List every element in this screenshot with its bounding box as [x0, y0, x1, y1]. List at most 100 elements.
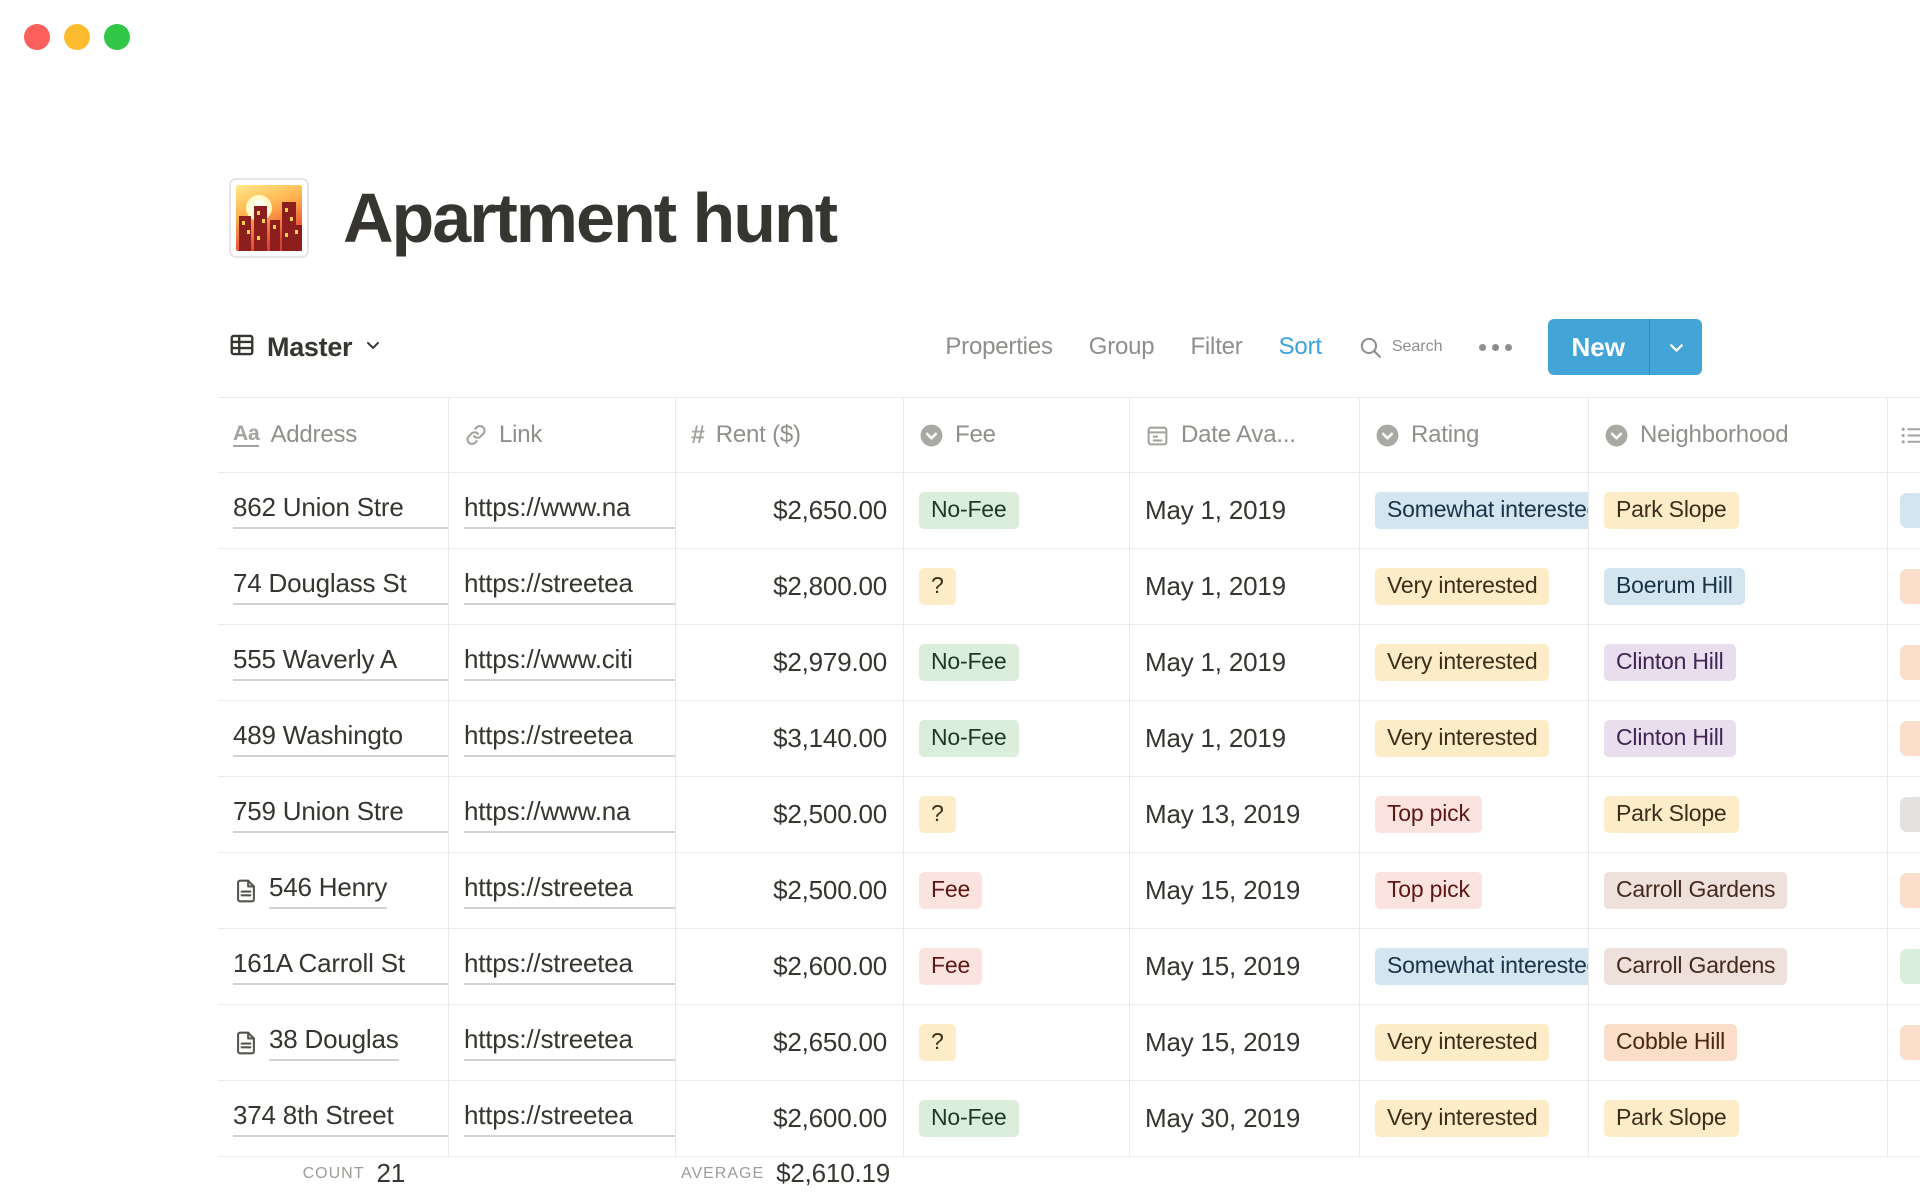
rent-cell[interactable]: $2,500.00	[676, 777, 904, 852]
average-calculation[interactable]: AVERAGE $2,610.19	[676, 1147, 904, 1200]
link-cell[interactable]: https://streetea	[449, 1081, 676, 1156]
rating-cell[interactable]: Very interested	[1360, 549, 1589, 624]
link-cell[interactable]: https://streetea	[449, 549, 676, 624]
rent-cell[interactable]: $2,600.00	[676, 1081, 904, 1156]
table-row[interactable]: 555 Waverly Ahttps://www.citi$2,979.00No…	[218, 625, 1920, 701]
toolbar-item-properties[interactable]: Properties	[945, 333, 1052, 361]
address-cell[interactable]: 38 Douglas	[218, 1005, 449, 1080]
new-button[interactable]: New	[1548, 319, 1702, 375]
hidden-column-cell[interactable]	[1888, 625, 1920, 700]
rating-cell[interactable]: Top pick	[1360, 777, 1589, 852]
date-available-cell[interactable]: May 30, 2019	[1130, 1081, 1360, 1156]
address-cell[interactable]: 555 Waverly A	[218, 625, 449, 700]
rating-cell[interactable]: Very interested	[1360, 1081, 1589, 1156]
table-row[interactable]: 374 8th Streethttps://streetea$2,600.00N…	[218, 1081, 1920, 1157]
date-available-cell[interactable]: May 15, 2019	[1130, 929, 1360, 1004]
neighborhood-cell[interactable]: Carroll Gardens	[1589, 853, 1888, 928]
fee-cell[interactable]: No-Fee	[904, 473, 1130, 548]
address-cell[interactable]: 759 Union Stre	[218, 777, 449, 852]
table-row[interactable]: 489 Washingtohttps://streetea$3,140.00No…	[218, 701, 1920, 777]
link-cell[interactable]: https://streetea	[449, 853, 676, 928]
rating-cell[interactable]: Very interested	[1360, 701, 1589, 776]
table-row[interactable]: 546 Henryhttps://streetea$2,500.00FeeMay…	[218, 853, 1920, 929]
address-cell[interactable]: 862 Union Stre	[218, 473, 449, 548]
date-available-cell[interactable]: May 1, 2019	[1130, 701, 1360, 776]
view-switcher[interactable]: Master	[228, 331, 383, 364]
hidden-column-cell[interactable]	[1888, 549, 1920, 624]
link-cell[interactable]: https://www.na	[449, 777, 676, 852]
date-available-cell[interactable]: May 1, 2019	[1130, 549, 1360, 624]
fee-cell[interactable]: No-Fee	[904, 701, 1130, 776]
address-cell[interactable]: 546 Henry	[218, 853, 449, 928]
neighborhood-cell[interactable]: Park Slope	[1589, 473, 1888, 548]
new-button-dropdown[interactable]	[1649, 319, 1702, 375]
table-row[interactable]: 862 Union Strehttps://www.na$2,650.00No-…	[218, 473, 1920, 549]
table-row[interactable]: 38 Douglashttps://streetea$2,650.00?May …	[218, 1005, 1920, 1081]
rating-cell[interactable]: Very interested	[1360, 625, 1589, 700]
new-button-label[interactable]: New	[1548, 319, 1649, 375]
hidden-column-cell[interactable]	[1888, 1081, 1920, 1156]
rent-cell[interactable]: $2,500.00	[676, 853, 904, 928]
neighborhood-cell[interactable]: Park Slope	[1589, 777, 1888, 852]
neighborhood-cell[interactable]: Clinton Hill	[1589, 625, 1888, 700]
rent-cell[interactable]: $2,650.00	[676, 473, 904, 548]
zoom-button[interactable]	[104, 24, 130, 50]
count-calculation[interactable]: COUNT 21	[218, 1147, 449, 1200]
hidden-column-cell[interactable]	[1888, 929, 1920, 1004]
neighborhood-cell[interactable]: Cobble Hill	[1589, 1005, 1888, 1080]
rating-cell[interactable]: Very interested	[1360, 1005, 1589, 1080]
link-cell[interactable]: https://streetea	[449, 929, 676, 1004]
neighborhood-cell[interactable]: Boerum Hill	[1589, 549, 1888, 624]
address-cell[interactable]: 489 Washingto	[218, 701, 449, 776]
rent-cell[interactable]: $2,979.00	[676, 625, 904, 700]
more-options-icon[interactable]	[1479, 344, 1512, 351]
rent-cell[interactable]: $2,600.00	[676, 929, 904, 1004]
rent-cell[interactable]: $2,800.00	[676, 549, 904, 624]
table-row[interactable]: 759 Union Strehttps://www.na$2,500.00?Ma…	[218, 777, 1920, 853]
column-header-fee[interactable]: Fee	[904, 398, 1130, 472]
toolbar-item-group[interactable]: Group	[1089, 333, 1155, 361]
fee-cell[interactable]: No-Fee	[904, 1081, 1130, 1156]
neighborhood-cell[interactable]: Carroll Gardens	[1589, 929, 1888, 1004]
toolbar-item-sort[interactable]: Sort	[1279, 333, 1322, 361]
column-header-link[interactable]: Link	[449, 398, 676, 472]
column-header-hidden[interactable]	[1888, 398, 1920, 472]
close-button[interactable]	[24, 24, 50, 50]
rent-cell[interactable]: $3,140.00	[676, 701, 904, 776]
hidden-column-cell[interactable]	[1888, 473, 1920, 548]
date-available-cell[interactable]: May 13, 2019	[1130, 777, 1360, 852]
table-row[interactable]: 161A Carroll Sthttps://streetea$2,600.00…	[218, 929, 1920, 1005]
search-button[interactable]: Search	[1358, 335, 1443, 360]
fee-cell[interactable]: ?	[904, 1005, 1130, 1080]
column-header-address[interactable]: AaAddress	[218, 398, 449, 472]
link-cell[interactable]: https://www.na	[449, 473, 676, 548]
rating-cell[interactable]: Somewhat interested	[1360, 473, 1589, 548]
column-header-rent[interactable]: #Rent ($)	[676, 398, 904, 472]
column-header-date-ava[interactable]: Date Ava...	[1130, 398, 1360, 472]
fee-cell[interactable]: Fee	[904, 929, 1130, 1004]
link-cell[interactable]: https://www.citi	[449, 625, 676, 700]
rent-cell[interactable]: $2,650.00	[676, 1005, 904, 1080]
hidden-column-cell[interactable]	[1888, 777, 1920, 852]
address-cell[interactable]: 374 8th Street	[218, 1081, 449, 1156]
hidden-column-cell[interactable]	[1888, 1005, 1920, 1080]
table-row[interactable]: 74 Douglass Sthttps://streetea$2,800.00?…	[218, 549, 1920, 625]
rating-cell[interactable]: Somewhat interested	[1360, 929, 1589, 1004]
minimize-button[interactable]	[64, 24, 90, 50]
link-cell[interactable]: https://streetea	[449, 1005, 676, 1080]
fee-cell[interactable]: No-Fee	[904, 625, 1130, 700]
date-available-cell[interactable]: May 15, 2019	[1130, 1005, 1360, 1080]
neighborhood-cell[interactable]: Park Slope	[1589, 1081, 1888, 1156]
toolbar-item-filter[interactable]: Filter	[1190, 333, 1242, 361]
fee-cell[interactable]: Fee	[904, 853, 1130, 928]
column-header-neighborhood[interactable]: Neighborhood	[1589, 398, 1888, 472]
address-cell[interactable]: 161A Carroll St	[218, 929, 449, 1004]
neighborhood-cell[interactable]: Clinton Hill	[1589, 701, 1888, 776]
rating-cell[interactable]: Top pick	[1360, 853, 1589, 928]
date-available-cell[interactable]: May 1, 2019	[1130, 473, 1360, 548]
link-cell[interactable]: https://streetea	[449, 701, 676, 776]
date-available-cell[interactable]: May 1, 2019	[1130, 625, 1360, 700]
fee-cell[interactable]: ?	[904, 777, 1130, 852]
address-cell[interactable]: 74 Douglass St	[218, 549, 449, 624]
date-available-cell[interactable]: May 15, 2019	[1130, 853, 1360, 928]
